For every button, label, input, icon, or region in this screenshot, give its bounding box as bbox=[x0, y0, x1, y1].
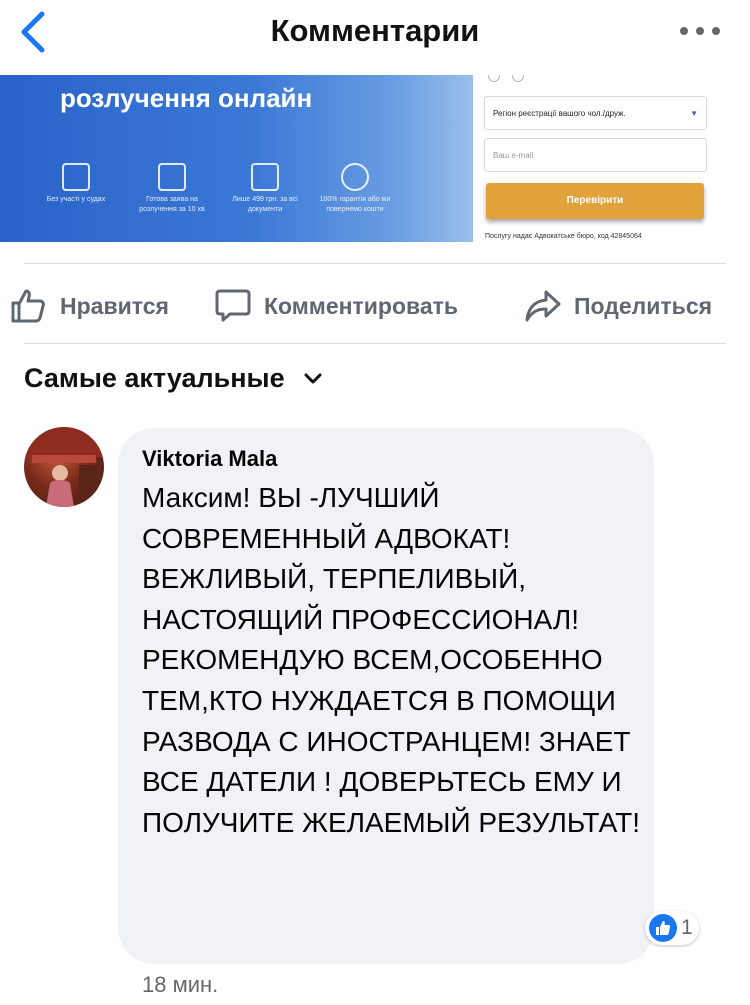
ad-form-panel: Регіон реєстрації вашого чол./друж. ▼ Ва… bbox=[473, 75, 720, 242]
ad-feature-text: 100% гарантія або ми повернемо кошти bbox=[319, 196, 391, 213]
more-dots-icon[interactable] bbox=[680, 24, 720, 38]
select-caret-icon: ▼ bbox=[690, 109, 698, 118]
ad-banner-image[interactable]: розлучення онлайн Без участі у судах Гот… bbox=[0, 75, 720, 242]
divider bbox=[24, 263, 726, 264]
radio-options[interactable] bbox=[488, 75, 548, 82]
comment-bubble: Viktoria Mala Максим! ВЫ -ЛУЧШИЙ СОВРЕМЕ… bbox=[118, 428, 654, 964]
comment-label: Комментировать bbox=[264, 292, 459, 319]
comment-bubble-icon bbox=[215, 289, 251, 322]
region-select-value: Регіон реєстрації вашого чол./друж. bbox=[493, 109, 626, 118]
ad-feature-ready-claim: Готова заява на розлучення за 10 хв bbox=[133, 163, 211, 215]
comment-author[interactable]: Viktoria Mala bbox=[142, 446, 277, 472]
avatar[interactable] bbox=[24, 427, 104, 507]
like-label: Нравится bbox=[60, 292, 169, 319]
share-label: Поделиться bbox=[574, 292, 713, 319]
ad-feature-no-court: Без участі у судах bbox=[37, 163, 115, 205]
ad-feature-text: Без участі у судах bbox=[46, 196, 106, 203]
file-icon bbox=[158, 163, 186, 191]
post-actions-bar: Нравится Комментировать Поделиться bbox=[0, 278, 750, 334]
chevron-down-icon bbox=[304, 373, 322, 383]
sort-dropdown[interactable]: Самые актуальные bbox=[24, 363, 323, 394]
divider bbox=[24, 343, 726, 344]
top-navigation-bar: Комментарии bbox=[0, 0, 750, 75]
ad-feature-text: Лише 499 грн. за всі документи bbox=[232, 196, 298, 213]
reaction-summary[interactable]: 1 bbox=[645, 911, 699, 945]
comment-button[interactable]: Комментировать bbox=[214, 286, 458, 326]
page-title: Комментарии bbox=[270, 13, 480, 48]
ad-provider-note: Послугу надає Адвокатське бюро, код 4284… bbox=[485, 233, 642, 240]
region-select[interactable]: Регіон реєстрації вашого чол./друж. ▼ bbox=[484, 96, 707, 130]
comment-text: Максим! ВЫ -ЛУЧШИЙ СОВРЕМЕННЫЙ АДВОКАТ! … bbox=[142, 482, 641, 838]
ad-feature-price: Лише 499 грн. за всі документи bbox=[226, 163, 304, 215]
shield-icon bbox=[341, 163, 369, 191]
like-reaction-icon bbox=[649, 914, 677, 942]
comment-timestamp: 18 мин. bbox=[142, 972, 219, 997]
sort-label: Самые актуальные bbox=[24, 363, 285, 393]
check-button[interactable]: Перевірити bbox=[486, 183, 704, 219]
ad-feature-guarantee: 100% гарантія або ми повернемо кошти bbox=[316, 163, 394, 215]
email-field[interactable]: Ваш e-mail bbox=[484, 138, 707, 172]
ad-headline: розлучення онлайн bbox=[60, 83, 313, 113]
document-icon bbox=[62, 163, 90, 191]
reaction-count: 1 bbox=[681, 916, 693, 939]
like-thumb-icon bbox=[11, 289, 45, 323]
share-button[interactable]: Поделиться bbox=[524, 286, 712, 326]
share-arrow-icon bbox=[525, 290, 561, 322]
ad-feature-text: Готова заява на розлучення за 10 хв bbox=[139, 196, 205, 213]
like-button[interactable]: Нравится bbox=[8, 286, 169, 326]
wallet-icon bbox=[251, 163, 279, 191]
